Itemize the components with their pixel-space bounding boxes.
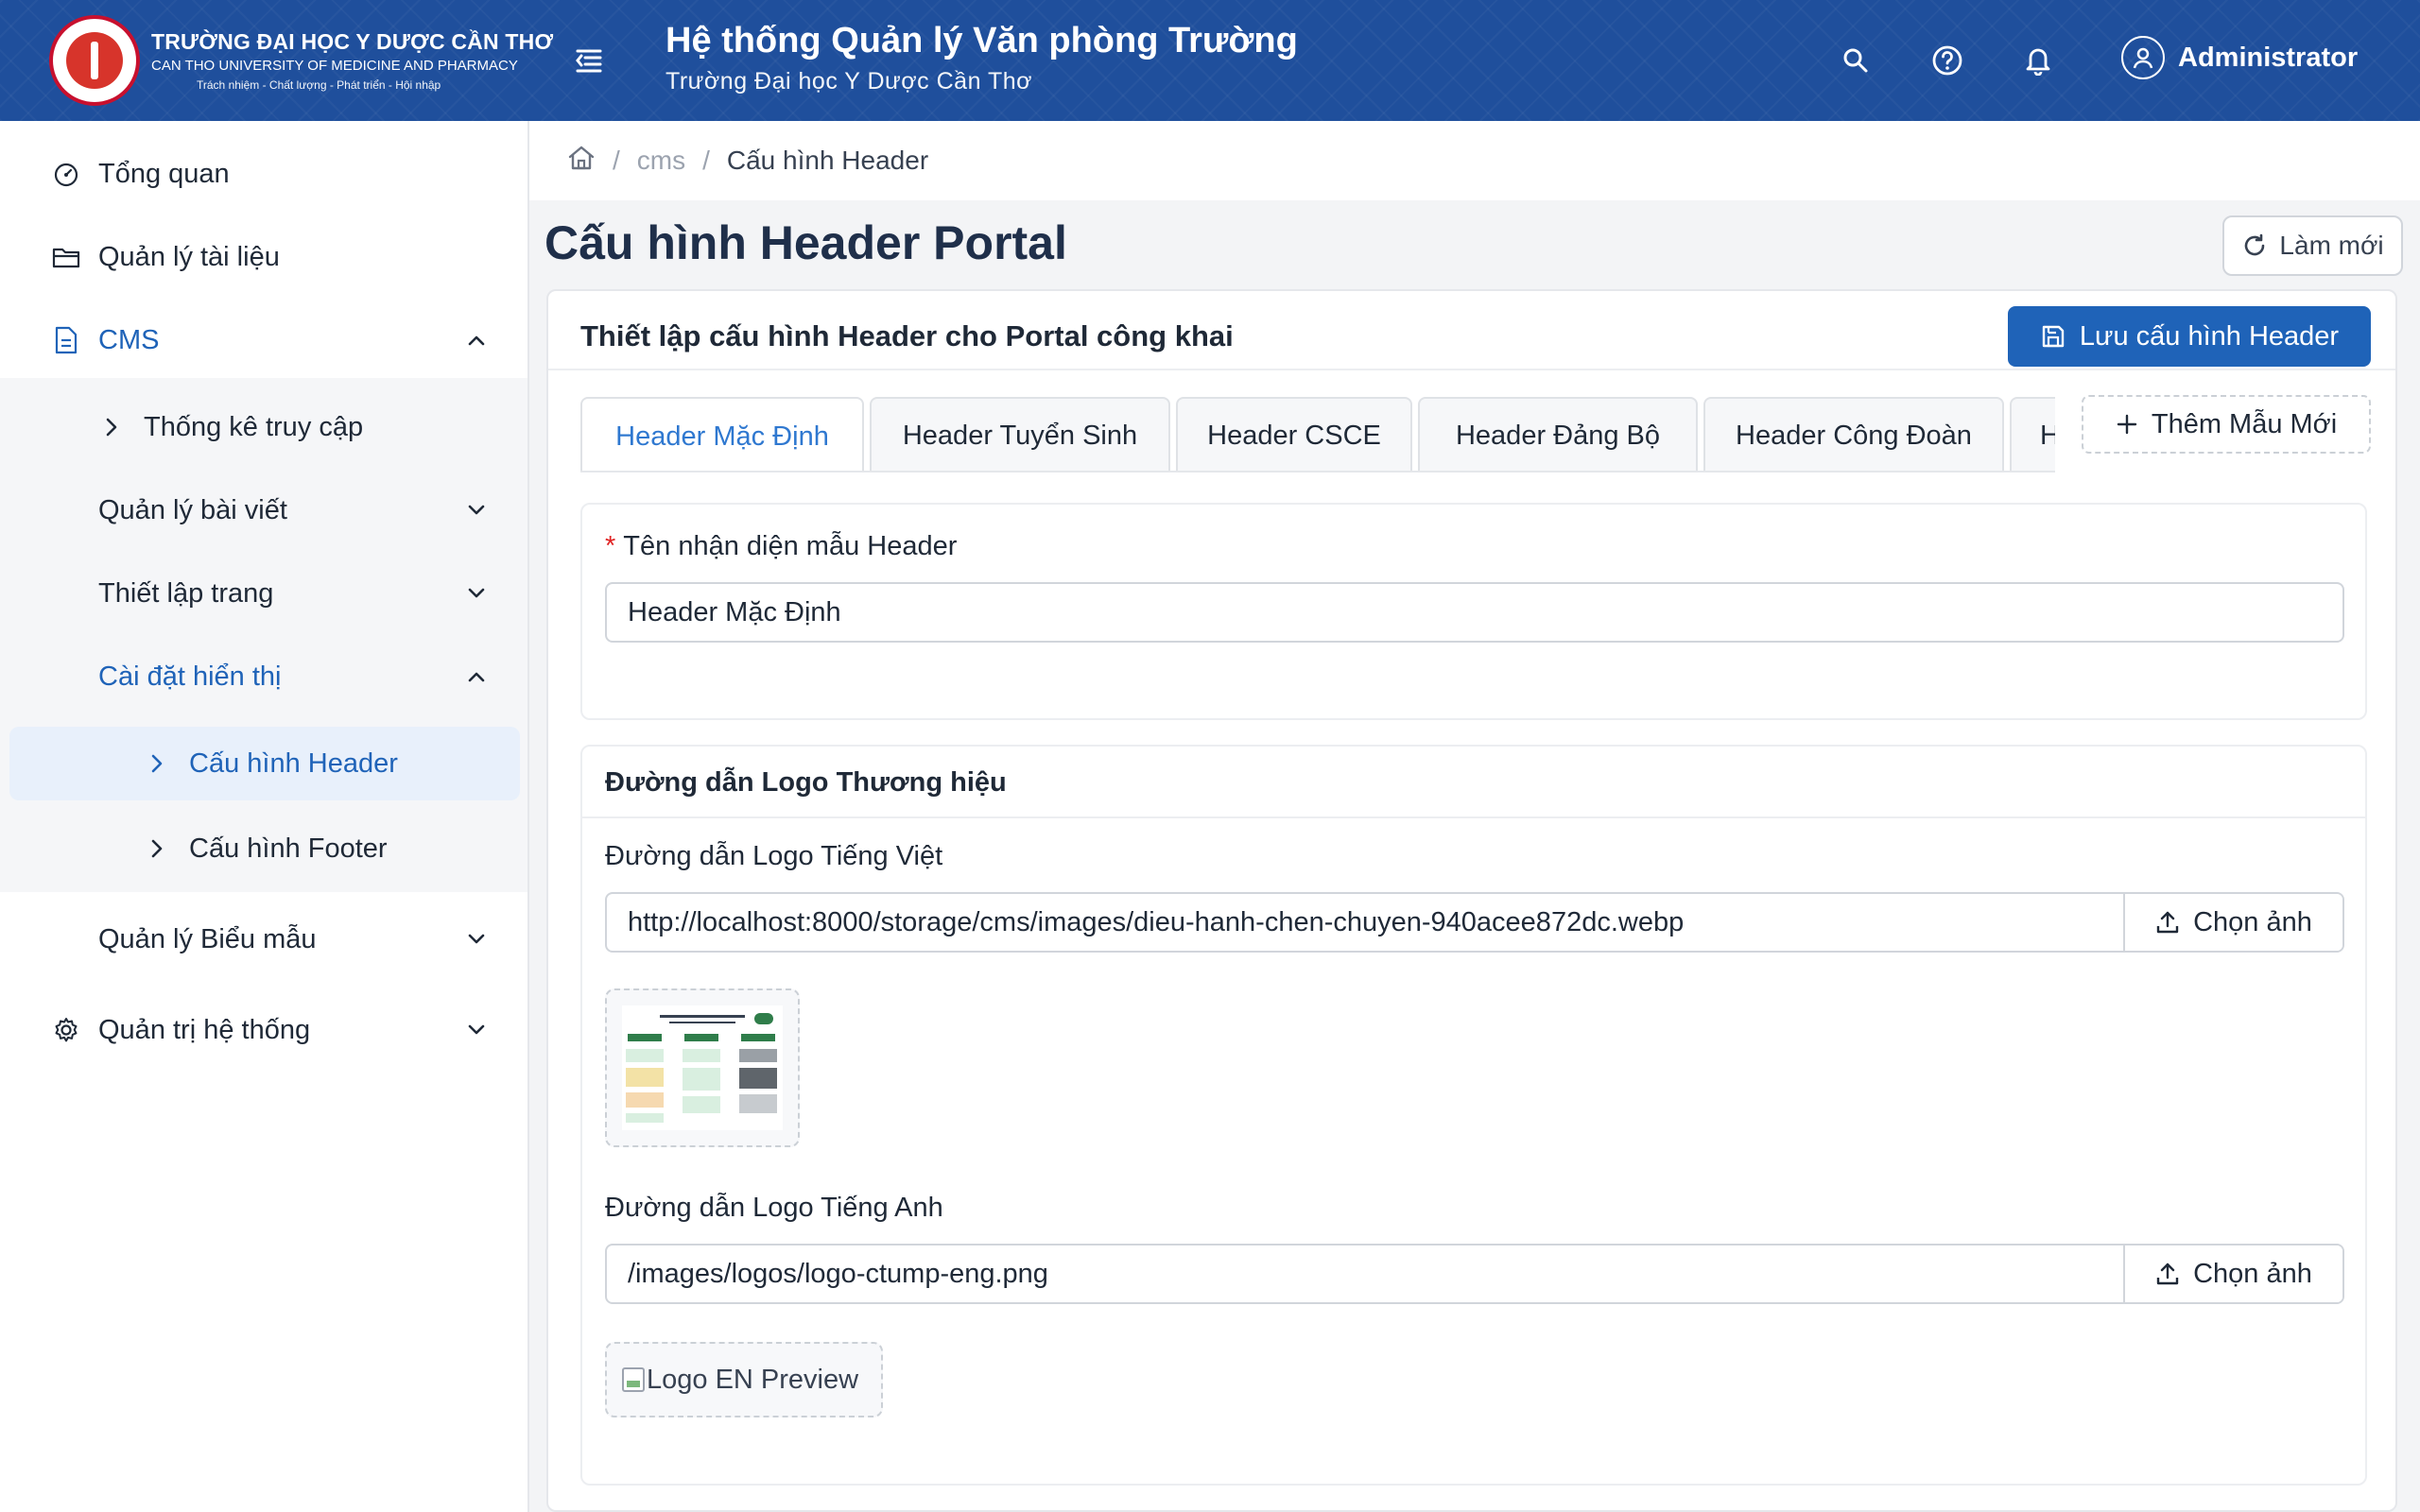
tab-header-more[interactable]: Hea xyxy=(2010,397,2055,471)
gear-icon xyxy=(51,1015,81,1045)
save-label: Lưu cấu hình Header xyxy=(2079,320,2340,352)
top-header: TRƯỜNG ĐẠI HỌC Y DƯỢC CẦN THƠ CAN THO UN… xyxy=(0,0,2420,121)
refresh-button[interactable]: Làm mới xyxy=(2222,215,2403,276)
file-icon xyxy=(51,325,81,355)
sidebar-item-display-settings[interactable]: Cài đặt hiển thị xyxy=(0,635,527,718)
breadcrumb: / cms / Cấu hình Header xyxy=(529,121,2420,200)
tab-header-default[interactable]: Header Mặc Định xyxy=(580,397,864,471)
refresh-icon xyxy=(2245,233,2265,256)
logo-en-label: Đường dẫn Logo Tiếng Anh xyxy=(605,1193,943,1223)
save-icon xyxy=(2042,325,2065,348)
sidebar-item-label: Quản lý tài liệu xyxy=(98,241,280,272)
chevron-up-icon xyxy=(461,662,492,692)
template-tabs: Header Mặc Định Header Tuyển Sinh Header… xyxy=(580,397,2055,472)
dashboard-icon xyxy=(51,159,81,189)
user-icon xyxy=(2121,36,2165,79)
sidebar-item-label: Cài đặt hiển thị xyxy=(98,661,282,692)
logo-vi-input[interactable]: http://localhost:8000/storage/cms/images… xyxy=(607,894,2123,951)
chevron-down-icon xyxy=(461,924,492,954)
sidebar-item-access-stats[interactable]: Thống kê truy cập xyxy=(0,386,527,469)
sidebar-item-label: Quản trị hệ thống xyxy=(98,1014,311,1045)
add-template-button[interactable]: Thêm Mẫu Mới xyxy=(2082,395,2371,454)
bell-icon[interactable] xyxy=(2019,42,2057,79)
upload-icon xyxy=(2156,911,2179,934)
logo-en-preview: Logo EN Preview xyxy=(605,1342,883,1418)
choose-image-button[interactable]: Chọn ảnh xyxy=(2123,894,2342,951)
tab-header-csce[interactable]: Header CSCE xyxy=(1176,397,1412,471)
chevron-down-icon xyxy=(461,578,492,609)
chevron-right-icon xyxy=(142,748,172,779)
sidebar-item-page-setup[interactable]: Thiết lập trang xyxy=(0,552,527,635)
sidebar-item-forms[interactable]: Quản lý Biểu mẫu xyxy=(0,896,527,983)
required-marker: * xyxy=(605,531,616,561)
brand-english-name: CAN THO UNIVERSITY OF MEDICINE AND PHARM… xyxy=(151,57,518,74)
chevron-up-icon xyxy=(461,325,492,355)
refresh-label: Làm mới xyxy=(2279,231,2384,260)
logo-vi-field: http://localhost:8000/storage/cms/images… xyxy=(605,892,2344,953)
sidebar-item-footer-config[interactable]: Cấu hình Footer xyxy=(0,809,527,888)
page-title: Cấu hình Header Portal xyxy=(544,216,1067,269)
chevron-down-icon xyxy=(461,495,492,525)
chevron-right-icon xyxy=(96,412,127,442)
sidebar-item-label: Thiết lập trang xyxy=(98,577,274,609)
user-menu[interactable]: Administrator xyxy=(2121,36,2358,79)
home-icon[interactable] xyxy=(567,145,596,178)
menu-fold-icon[interactable] xyxy=(570,42,608,79)
save-header-button[interactable]: Lưu cấu hình Header xyxy=(2008,306,2371,367)
chevron-down-icon xyxy=(461,1015,492,1045)
folder-icon xyxy=(51,242,81,272)
sidebar-item-cms[interactable]: CMS xyxy=(0,302,527,378)
plus-icon xyxy=(2117,414,2137,435)
sidebar-item-label: Thống kê truy cập xyxy=(144,411,364,442)
logo-vi-preview-image xyxy=(622,1005,783,1130)
search-icon[interactable] xyxy=(1837,42,1875,79)
logo-en-preview-alt: Logo EN Preview xyxy=(647,1364,859,1395)
sidebar-item-posts[interactable]: Quản lý bài viết xyxy=(0,469,527,552)
brand[interactable]: TRƯỜNG ĐẠI HỌC Y DƯỢC CẦN THƠ CAN THO UN… xyxy=(49,13,553,108)
choose-image-button[interactable]: Chọn ảnh xyxy=(2123,1246,2342,1302)
chevron-right-icon xyxy=(142,833,172,864)
sidebar-item-label: Cấu hình Footer xyxy=(189,833,388,864)
logo-panel: Đường dẫn Logo Thương hiệu Đường dẫn Log… xyxy=(580,745,2367,1486)
breadcrumb-separator: / xyxy=(613,146,620,175)
logo-en-input[interactable]: /images/logos/logo-ctump-eng.png xyxy=(607,1246,2123,1302)
add-label: Thêm Mẫu Mới xyxy=(2151,408,2338,439)
app-title: Hệ thống Quản lý Văn phòng Trường xyxy=(666,21,1298,60)
app-subtitle: Trường Đại học Y Dược Cần Thơ xyxy=(666,68,1033,94)
university-logo xyxy=(49,15,140,106)
logo-vi-preview xyxy=(605,988,800,1147)
brand-motto: Trách nhiệm - Chất lượng - Phát triển - … xyxy=(197,77,441,92)
username: Administrator xyxy=(2178,42,2359,73)
sidebar-item-header-config[interactable]: Cấu hình Header xyxy=(0,727,527,800)
sidebar-item-label: Quản lý bài viết xyxy=(98,494,287,525)
template-name-panel: * Tên nhận diện mẫu Header Header Mặc Địn… xyxy=(580,503,2367,720)
logo-section-title: Đường dẫn Logo Thương hiệu xyxy=(605,767,1007,798)
sidebar-item-label: Tổng quan xyxy=(98,158,230,189)
sidebar-item-overview[interactable]: Tổng quan xyxy=(0,136,527,212)
logo-vi-label: Đường dẫn Logo Tiếng Việt xyxy=(605,841,943,871)
breadcrumb-current: Cấu hình Header xyxy=(726,146,929,175)
broken-image-icon xyxy=(622,1367,645,1392)
breadcrumb-separator: / xyxy=(702,146,710,175)
tab-header-union[interactable]: Header Công Đoàn xyxy=(1703,397,2004,471)
logo-en-field: /images/logos/logo-ctump-eng.png Chọn ản… xyxy=(605,1244,2344,1304)
sidebar-item-label: CMS xyxy=(98,324,160,355)
sidebar-item-label: Cấu hình Header xyxy=(189,747,398,779)
template-name-input[interactable]: Header Mặc Định xyxy=(605,582,2344,643)
card-title: Thiết lập cấu hình Header cho Portal côn… xyxy=(580,319,1234,352)
brand-name: TRƯỜNG ĐẠI HỌC Y DƯỢC CẦN THƠ xyxy=(151,29,554,54)
sidebar: Tổng quan Quản lý tài liệu CMS Thống kê … xyxy=(0,121,529,1512)
sidebar-item-system-admin[interactable]: Quản trị hệ thống xyxy=(0,987,527,1074)
header-config-card: Thiết lập cấu hình Header cho Portal côn… xyxy=(546,289,2397,1512)
help-icon[interactable] xyxy=(1928,42,1966,79)
breadcrumb-item-cms[interactable]: cms xyxy=(637,146,685,176)
upload-icon xyxy=(2156,1263,2179,1285)
choose-image-label: Chọn ảnh xyxy=(2193,906,2312,937)
template-name-label: * Tên nhận diện mẫu Header xyxy=(605,531,958,561)
tab-header-party[interactable]: Header Đảng Bộ xyxy=(1418,397,1698,471)
tab-header-admission[interactable]: Header Tuyển Sinh xyxy=(870,397,1170,471)
choose-image-label: Chọn ảnh xyxy=(2193,1258,2312,1289)
sidebar-item-label: Quản lý Biểu mẫu xyxy=(98,923,317,954)
sidebar-item-documents[interactable]: Quản lý tài liệu xyxy=(0,219,527,295)
